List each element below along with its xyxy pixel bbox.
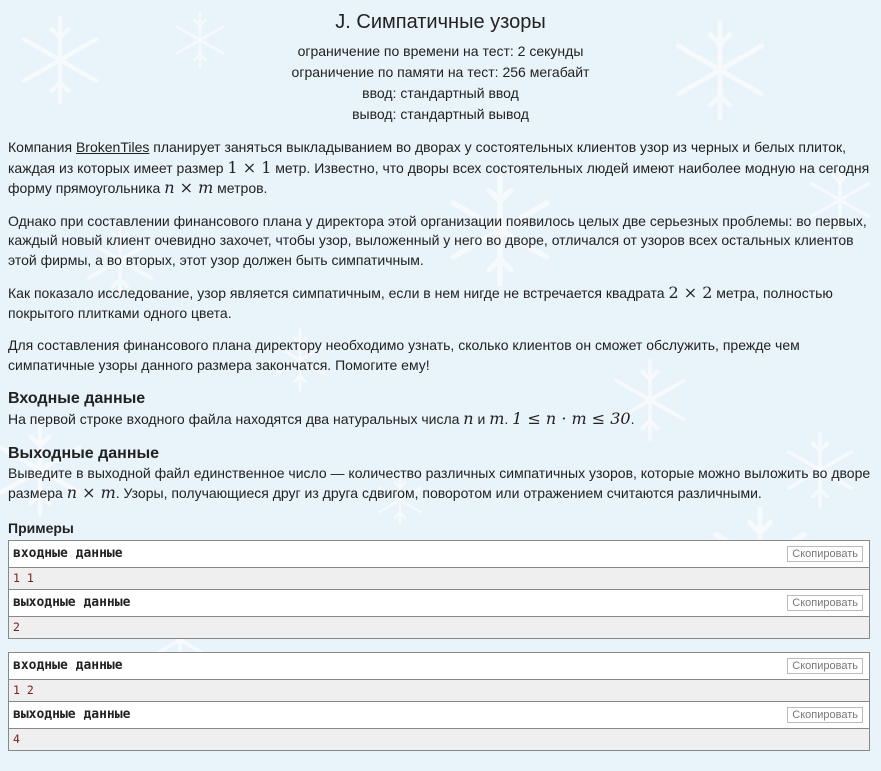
input-label: входные данные bbox=[13, 658, 123, 673]
time-limit: ограничение по времени на тест: 2 секунд… bbox=[297, 43, 584, 59]
math-2x2: 2 × 2 bbox=[668, 283, 713, 302]
output-heading: Выходные данные bbox=[8, 444, 160, 462]
copy-button[interactable]: Скопировать bbox=[787, 545, 863, 562]
copy-button[interactable]: Скопировать bbox=[787, 594, 863, 611]
output-label: выходные данные bbox=[13, 707, 131, 722]
output-file: вывод: стандартный вывод bbox=[352, 106, 529, 122]
statement-paragraph-2: Однако при составлении финансового плана… bbox=[8, 212, 867, 268]
example-2-input-header: входные данные Скопировать bbox=[9, 652, 869, 680]
problem-title: J. Симпатичные узоры bbox=[335, 11, 546, 33]
example-2: входные данные Скопировать 1 2 выходные … bbox=[8, 651, 870, 751]
statement-paragraph-3: Как показало исследование, узор является… bbox=[8, 283, 833, 321]
math-constraint: 1 ≤ n · m ≤ 30 bbox=[512, 409, 631, 428]
examples-heading: Примеры bbox=[8, 519, 74, 536]
input-file: ввод: стандартный ввод bbox=[362, 85, 519, 101]
statement-paragraph-4: Для составления финансового плана директ… bbox=[8, 337, 800, 373]
example-1-input: 1 1 bbox=[9, 567, 869, 590]
problem-header: J. Симпатичные узоры ограничение по врем… bbox=[8, 0, 873, 125]
input-label: входные данные bbox=[13, 546, 123, 561]
copy-button[interactable]: Скопировать bbox=[787, 657, 863, 674]
input-heading: Входные данные bbox=[8, 390, 146, 407]
example-1-output: 2 bbox=[9, 616, 869, 638]
example-2-output-header: выходные данные Скопировать bbox=[9, 701, 869, 729]
problem-statement: J. Симпатичные узоры ограничение по врем… bbox=[0, 0, 881, 751]
math-nxm-output: n × m bbox=[66, 483, 116, 502]
example-1-output-header: выходные данные Скопировать bbox=[9, 589, 869, 617]
example-1: входные данные Скопировать 1 1 выходные … bbox=[8, 539, 870, 639]
output-description: Выведите в выходной файл единственное чи… bbox=[8, 464, 871, 503]
example-2-output: 4 bbox=[9, 728, 869, 750]
memory-limit: ограничение по памяти на тест: 256 мегаб… bbox=[291, 64, 590, 80]
math-1x1: 1 × 1 bbox=[227, 157, 272, 177]
example-1-input-header: входные данные Скопировать bbox=[9, 540, 869, 568]
copy-button[interactable]: Скопировать bbox=[787, 706, 863, 723]
statement-paragraph-1: Компания BrokenTiles планирует заняться … bbox=[8, 139, 870, 197]
brokentiles-link[interactable]: BrokenTiles bbox=[76, 139, 149, 155]
example-2-input: 1 2 bbox=[9, 679, 869, 702]
math-nxm: n × m bbox=[164, 178, 214, 197]
output-label: выходные данные bbox=[13, 595, 131, 610]
input-description: На первой строке входного файла находятс… bbox=[8, 409, 635, 428]
